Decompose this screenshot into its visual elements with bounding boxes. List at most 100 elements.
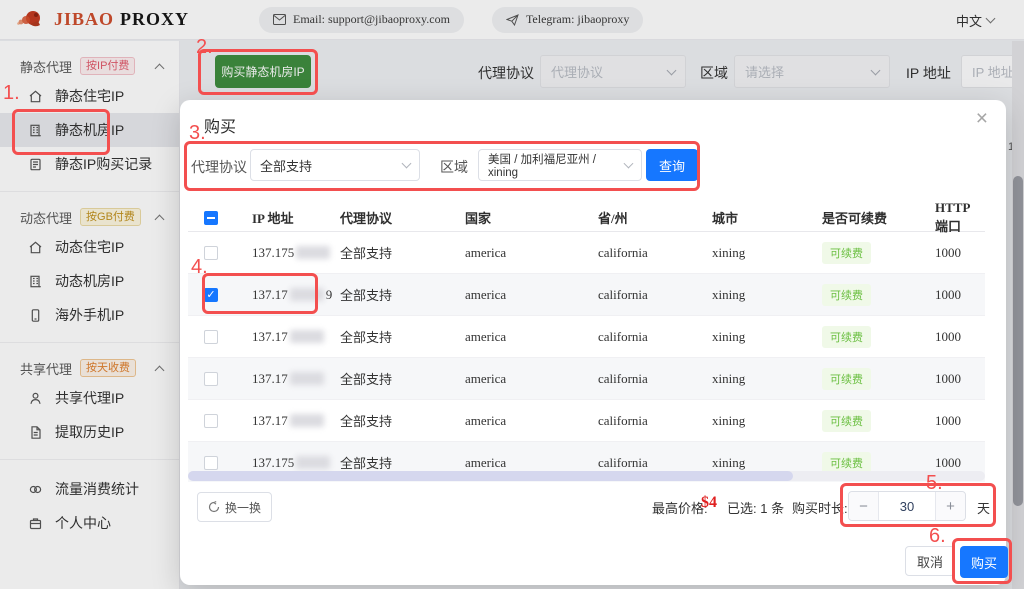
table-row[interactable]: 137.17全部支持americacaliforniaxining可续费 1000 xyxy=(188,400,985,442)
column-header: 城市 xyxy=(712,208,822,227)
purchase-modal: 购买 × 代理协议 全部支持 区域 美国 / 加利福尼亚州 / xining 查… xyxy=(180,100,1006,585)
modal-region-label: 区域 xyxy=(440,157,468,177)
cancel-button[interactable]: 取消 xyxy=(905,546,955,576)
redacted-ip-segment xyxy=(296,246,330,259)
state-cell: california xyxy=(598,371,712,387)
http-port-cell: 1000 xyxy=(935,329,985,345)
duration-label: 购买时长: xyxy=(792,498,848,517)
column-header: 代理协议 xyxy=(340,208,465,227)
redacted-ip-segment xyxy=(290,414,324,427)
redacted-ip-segment xyxy=(290,372,324,385)
country-cell: america xyxy=(465,455,598,471)
step-annotation-2: 2. xyxy=(196,36,213,59)
renewable-cell: 可续费 xyxy=(822,368,935,390)
renewable-cell: 可续费 xyxy=(822,410,935,432)
state-cell: california xyxy=(598,413,712,429)
ip-cell: 137.17 xyxy=(252,413,340,429)
country-cell: america xyxy=(465,329,598,345)
step-annotation-3: 3. xyxy=(189,122,206,145)
row-checkbox[interactable] xyxy=(204,456,218,470)
table-header-row: IP 地址代理协议国家省/州城市是否可续费HTTP 端口 xyxy=(188,200,985,232)
column-header: 国家 xyxy=(465,208,598,227)
city-cell: xining xyxy=(712,371,822,387)
row-checkbox[interactable] xyxy=(204,330,218,344)
renewable-badge: 可续费 xyxy=(822,326,871,348)
table-row[interactable]: 137.175全部支持americacaliforniaxining可续费 100… xyxy=(188,232,985,274)
stepper-minus-button[interactable]: − xyxy=(849,492,879,520)
protocol-cell: 全部支持 xyxy=(340,453,465,472)
city-cell: xining xyxy=(712,245,822,261)
modal-protocol-value: 全部支持 xyxy=(260,156,312,175)
ip-cell: 137.179 xyxy=(252,287,340,303)
redacted-ip-segment xyxy=(296,456,330,469)
row-checkbox[interactable]: ✓ xyxy=(204,288,218,302)
step-annotation-1: 1. xyxy=(3,82,20,105)
table-horizontal-scrollbar-track[interactable] xyxy=(188,471,985,481)
state-cell: california xyxy=(598,329,712,345)
modal-region-select[interactable]: 美国 / 加利福尼亚州 / xining xyxy=(478,149,642,181)
duration-unit-label: 天 xyxy=(977,498,990,517)
ip-cell: 137.175 xyxy=(252,455,340,471)
duration-input[interactable] xyxy=(879,492,935,520)
renewable-cell: 可续费 xyxy=(822,326,935,348)
ip-cell: 137.17 xyxy=(252,371,340,387)
app-root: JIBAOPROXY Email: support@jibaoproxy.com… xyxy=(0,0,1024,589)
table-row[interactable]: 137.17全部支持americacaliforniaxining可续费 1000 xyxy=(188,358,985,400)
city-cell: xining xyxy=(712,287,822,303)
step-annotation-4: 4. xyxy=(191,256,208,279)
redacted-ip-segment xyxy=(290,330,324,343)
http-port-cell: 1000 xyxy=(935,455,985,471)
modal-protocol-label: 代理协议 xyxy=(191,157,247,177)
shuffle-button[interactable]: 换一换 xyxy=(197,492,272,522)
renewable-badge: 可续费 xyxy=(822,284,871,306)
redacted-ip-segment xyxy=(290,288,324,301)
select-all-checkbox[interactable] xyxy=(204,211,218,225)
country-cell: america xyxy=(465,371,598,387)
city-cell: xining xyxy=(712,455,822,471)
column-header: HTTP 端口 xyxy=(935,200,985,235)
renewable-cell: 可续费 xyxy=(822,284,935,306)
chevron-down-icon xyxy=(402,159,412,169)
renewable-badge: 可续费 xyxy=(822,368,871,390)
modal-protocol-select[interactable]: 全部支持 xyxy=(250,149,420,181)
city-cell: xining xyxy=(712,329,822,345)
table-row[interactable]: 137.17全部支持americacaliforniaxining可续费 1000 xyxy=(188,316,985,358)
selected-count-label: 已选: 1 条 xyxy=(727,498,784,517)
buy-button[interactable]: 购买 xyxy=(960,546,1008,578)
http-port-cell: 1000 xyxy=(935,413,985,429)
close-icon[interactable]: × xyxy=(976,108,988,129)
protocol-cell: 全部支持 xyxy=(340,327,465,346)
city-cell: xining xyxy=(712,413,822,429)
protocol-cell: 全部支持 xyxy=(340,285,465,304)
http-port-cell: 1000 xyxy=(935,287,985,303)
renewable-badge: 可续费 xyxy=(822,410,871,432)
renewable-badge: 可续费 xyxy=(822,242,871,264)
protocol-cell: 全部支持 xyxy=(340,369,465,388)
shuffle-button-label: 换一换 xyxy=(225,499,261,516)
table-row[interactable]: ✓ 137.179全部支持americacaliforniaxining可续费 10… xyxy=(188,274,985,316)
renewable-cell: 可续费 xyxy=(822,242,935,264)
modal-region-value: 美国 / 加利福尼亚州 / xining xyxy=(488,151,625,179)
refresh-icon xyxy=(208,501,220,513)
column-header: 是否可续费 xyxy=(822,208,935,227)
country-cell: america xyxy=(465,287,598,303)
search-button[interactable]: 查询 xyxy=(646,149,698,181)
ip-table: IP 地址代理协议国家省/州城市是否可续费HTTP 端口137.175全部支持a… xyxy=(188,200,985,482)
row-checkbox[interactable] xyxy=(204,372,218,386)
protocol-cell: 全部支持 xyxy=(340,243,465,262)
protocol-cell: 全部支持 xyxy=(340,411,465,430)
state-cell: california xyxy=(598,287,712,303)
state-cell: california xyxy=(598,245,712,261)
stepper-plus-button[interactable]: + xyxy=(935,492,965,520)
table-horizontal-scrollbar-thumb[interactable] xyxy=(188,471,793,481)
modal-title: 购买 xyxy=(204,113,236,137)
http-port-cell: 1000 xyxy=(935,371,985,387)
ip-cell: 137.175 xyxy=(252,245,340,261)
step-annotation-6: 6. xyxy=(929,525,946,548)
ip-cell: 137.17 xyxy=(252,329,340,345)
http-port-cell: 1000 xyxy=(935,245,985,261)
country-cell: america xyxy=(465,245,598,261)
state-cell: california xyxy=(598,455,712,471)
country-cell: america xyxy=(465,413,598,429)
row-checkbox[interactable] xyxy=(204,414,218,428)
